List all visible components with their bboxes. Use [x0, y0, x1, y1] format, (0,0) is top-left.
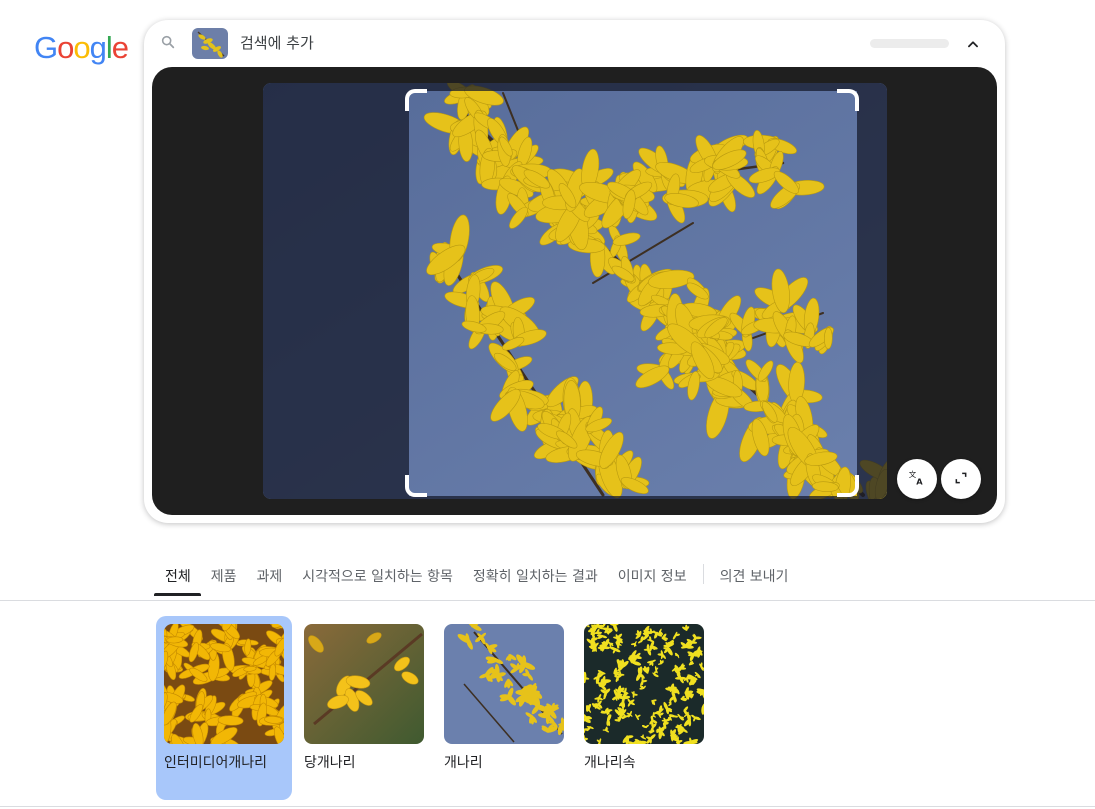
result-tabs: 전체 제품 과제 시각적으로 일치하는 항목 정확히 일치하는 결과 이미지 정… — [154, 560, 798, 596]
tab-divider — [702, 564, 704, 584]
crop-dim-top — [409, 83, 857, 91]
tab-visual-matches[interactable]: 시각적으로 일치하는 항목 — [292, 560, 463, 596]
logo-letter: e — [111, 30, 129, 65]
crop-handle-bottom-right[interactable] — [837, 475, 859, 497]
expand-icon — [954, 470, 968, 489]
result-card[interactable]: 개나리 — [436, 616, 572, 800]
bottom-divider-line — [0, 806, 1095, 807]
chevron-up-icon[interactable] — [962, 33, 984, 55]
google-logo[interactable]: Google — [34, 30, 129, 66]
crop-dim-right — [857, 83, 887, 499]
result-label: 인터미디어개나리 — [164, 755, 268, 771]
result-image — [444, 624, 564, 744]
result-cards: 인터미디어개나리 당개나리 개나리 개나리속 — [156, 616, 712, 800]
result-image — [164, 624, 284, 744]
feedback-link[interactable]: 의견 보내기 — [710, 560, 799, 596]
result-image — [584, 624, 704, 744]
crop-handle-top-left[interactable] — [405, 89, 427, 111]
tab-about-image[interactable]: 이미지 정보 — [608, 560, 697, 596]
tab-homework[interactable]: 과제 — [247, 560, 293, 596]
result-card[interactable]: 당개나리 — [296, 616, 432, 800]
query-image-thumbnail[interactable] — [192, 28, 228, 59]
crop-dim-left — [263, 83, 409, 499]
result-image — [304, 624, 424, 744]
tab-exact-matches[interactable]: 정확히 일치하는 결과 — [463, 560, 608, 596]
search-icon — [160, 34, 176, 50]
result-label: 개나리 — [444, 755, 483, 771]
tabs-divider-line — [0, 600, 1095, 601]
logo-letter: g — [89, 30, 107, 65]
lens-search-box: 검색에 추가 文 A — [144, 20, 1005, 523]
svg-text:A: A — [916, 477, 923, 487]
image-viewer: 文 A — [152, 67, 997, 515]
logo-letter: o — [57, 30, 74, 65]
crop-dim-bottom — [409, 496, 857, 499]
tab-products[interactable]: 제품 — [201, 560, 247, 596]
translate-button[interactable]: 文 A — [897, 459, 937, 499]
logo-letter: o — [73, 30, 90, 65]
search-row[interactable]: 검색에 추가 — [144, 20, 1005, 66]
result-card[interactable]: 인터미디어개나리 — [156, 616, 292, 800]
expand-button[interactable] — [941, 459, 981, 499]
loading-placeholder — [870, 39, 949, 48]
query-image[interactable] — [263, 83, 887, 499]
result-label: 당개나리 — [304, 755, 356, 771]
tab-all[interactable]: 전체 — [154, 560, 201, 596]
add-to-search-input[interactable]: 검색에 추가 — [240, 32, 314, 53]
result-card[interactable]: 개나리속 — [576, 616, 712, 800]
translate-icon: 文 A — [908, 468, 926, 490]
crop-handle-top-right[interactable] — [837, 89, 859, 111]
logo-letter: G — [34, 30, 58, 65]
crop-handle-bottom-left[interactable] — [405, 475, 427, 497]
result-label: 개나리속 — [584, 755, 636, 771]
